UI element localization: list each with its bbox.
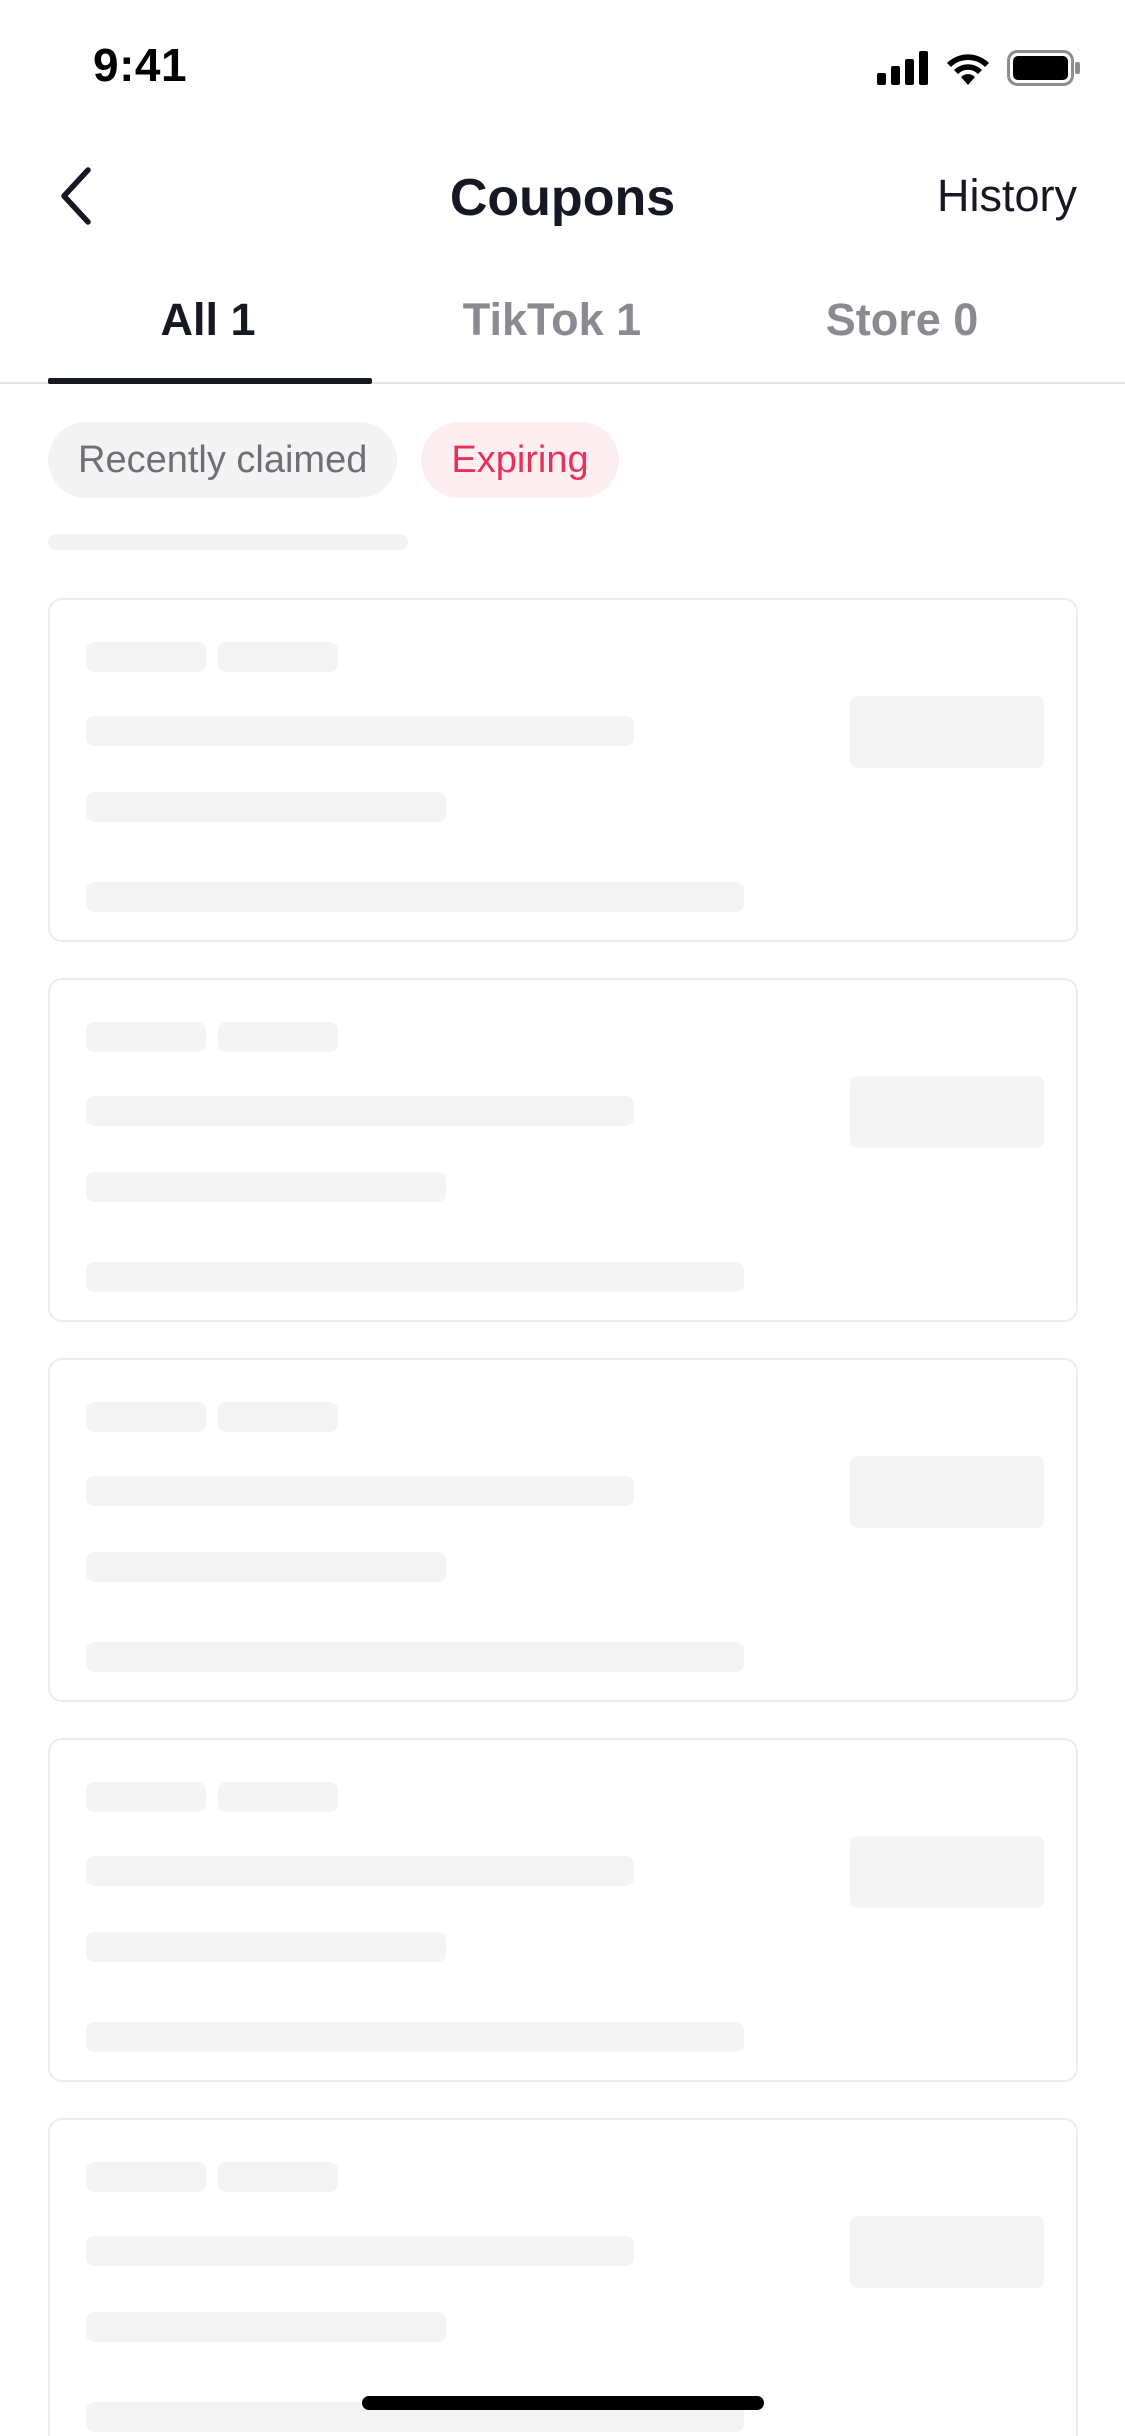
skeleton-button	[850, 696, 1044, 768]
chevron-left-icon	[61, 167, 91, 225]
coupon-card-skeleton	[48, 1358, 1078, 1702]
skeleton-badge	[86, 1022, 206, 1052]
tab-tiktok[interactable]: TikTok 1	[392, 294, 712, 346]
coupon-card-skeleton	[48, 598, 1078, 942]
filter-chips: Recently claimed Expiring	[48, 422, 619, 498]
filter-recently-claimed[interactable]: Recently claimed	[48, 422, 398, 498]
skeleton-line	[48, 534, 408, 550]
skeleton-button	[850, 1836, 1044, 1908]
skeleton-line	[86, 1476, 634, 1506]
coupon-card-skeleton	[48, 1738, 1078, 2082]
tab-store[interactable]: Store 0	[742, 294, 1062, 346]
skeleton-badge	[218, 1782, 338, 1812]
active-tab-indicator	[48, 378, 372, 384]
status-icons	[877, 48, 1081, 88]
battery-icon	[1007, 50, 1080, 86]
skeleton-line	[86, 2236, 634, 2266]
skeleton-line	[86, 1096, 634, 1126]
skeleton-line	[86, 2312, 446, 2342]
skeleton-badge	[86, 2162, 206, 2192]
skeleton-badge	[86, 642, 206, 672]
skeleton-line	[86, 1552, 446, 1582]
coupon-card-skeleton	[48, 978, 1078, 1322]
signal-icon	[877, 51, 928, 85]
skeleton-button	[850, 1456, 1044, 1528]
skeleton-line	[86, 716, 634, 746]
coupons-page: 9:41 Coupons History All 1 TikTok 1 Stor…	[0, 0, 1125, 2436]
skeleton-line	[86, 1262, 744, 1292]
tab-all[interactable]: All 1	[48, 294, 368, 346]
back-button[interactable]	[40, 160, 112, 232]
status-time: 9:41	[93, 39, 188, 91]
home-indicator[interactable]	[362, 2396, 764, 2410]
skeleton-line	[86, 2022, 744, 2052]
coupon-card-skeleton	[48, 2118, 1078, 2436]
status-bar: 9:41	[0, 0, 1125, 132]
skeleton-badge	[218, 2162, 338, 2192]
skeleton-badge	[218, 1402, 338, 1432]
skeleton-line	[86, 1172, 446, 1202]
skeleton-line	[86, 882, 744, 912]
skeleton-line	[86, 1642, 744, 1672]
skeleton-line	[86, 1856, 634, 1886]
wifi-icon	[947, 54, 989, 85]
filter-expiring[interactable]: Expiring	[421, 422, 619, 498]
skeleton-badge	[218, 1022, 338, 1052]
skeleton-badge	[86, 1782, 206, 1812]
skeleton-button	[850, 2216, 1044, 2288]
nav-bar: Coupons History	[0, 132, 1125, 264]
skeleton-badge	[218, 642, 338, 672]
history-link[interactable]: History	[937, 170, 1077, 222]
skeleton-line	[86, 1932, 446, 1962]
skeleton-button	[850, 1076, 1044, 1148]
skeleton-line	[86, 792, 446, 822]
skeleton-badge	[86, 1402, 206, 1432]
tab-bar: All 1 TikTok 1 Store 0	[0, 264, 1125, 384]
